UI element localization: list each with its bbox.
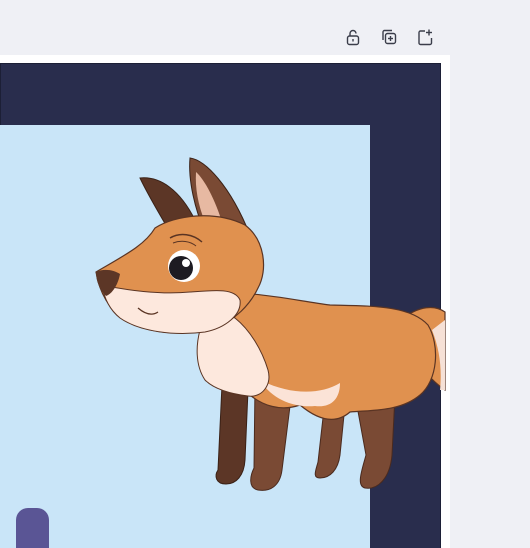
fox-illustration[interactable] xyxy=(0,0,530,548)
fox-front-leg-far xyxy=(215,384,249,485)
editor-workspace xyxy=(0,0,530,548)
